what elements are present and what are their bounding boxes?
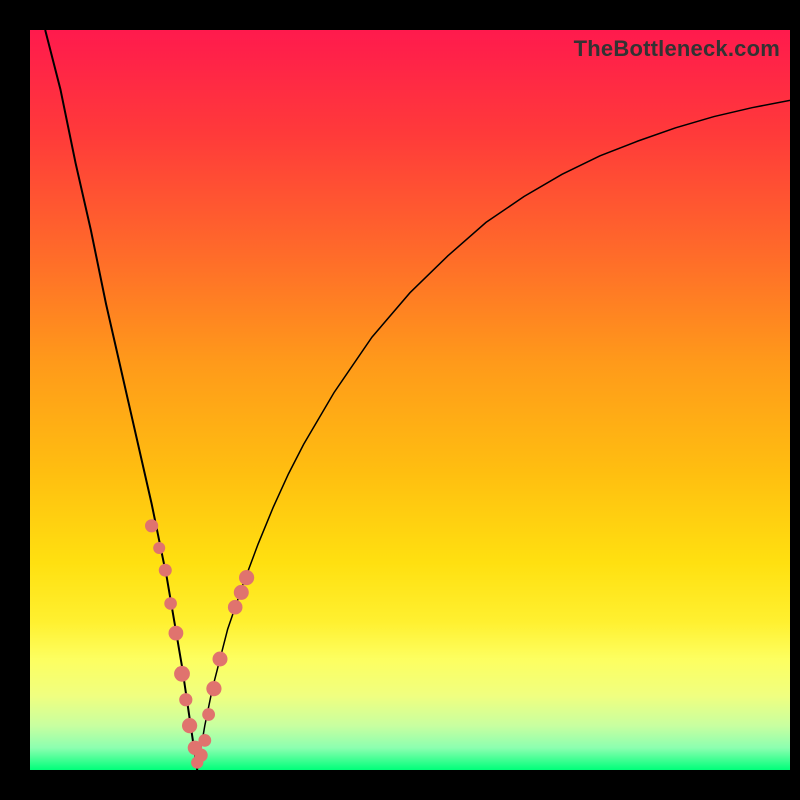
chart-overlay — [30, 30, 790, 770]
marker-point — [164, 597, 177, 610]
curve-right — [197, 100, 790, 770]
marker-point — [202, 708, 215, 721]
marker-point — [198, 734, 211, 747]
marker-point — [159, 564, 172, 577]
marker-point — [179, 693, 192, 706]
curve-left — [45, 30, 197, 770]
marker-point — [239, 570, 254, 585]
marker-point — [213, 652, 228, 667]
marker-point — [182, 718, 197, 733]
marker-point — [206, 681, 221, 696]
marker-point — [228, 600, 243, 615]
marker-point — [174, 666, 190, 682]
marker-point — [194, 749, 207, 762]
marker-point — [145, 519, 158, 532]
chart-frame: TheBottleneck.com — [0, 0, 800, 800]
marker-point — [153, 542, 165, 554]
marker-group — [145, 519, 254, 769]
marker-point — [234, 585, 249, 600]
plot-area: TheBottleneck.com — [30, 30, 790, 770]
marker-point — [169, 626, 184, 641]
